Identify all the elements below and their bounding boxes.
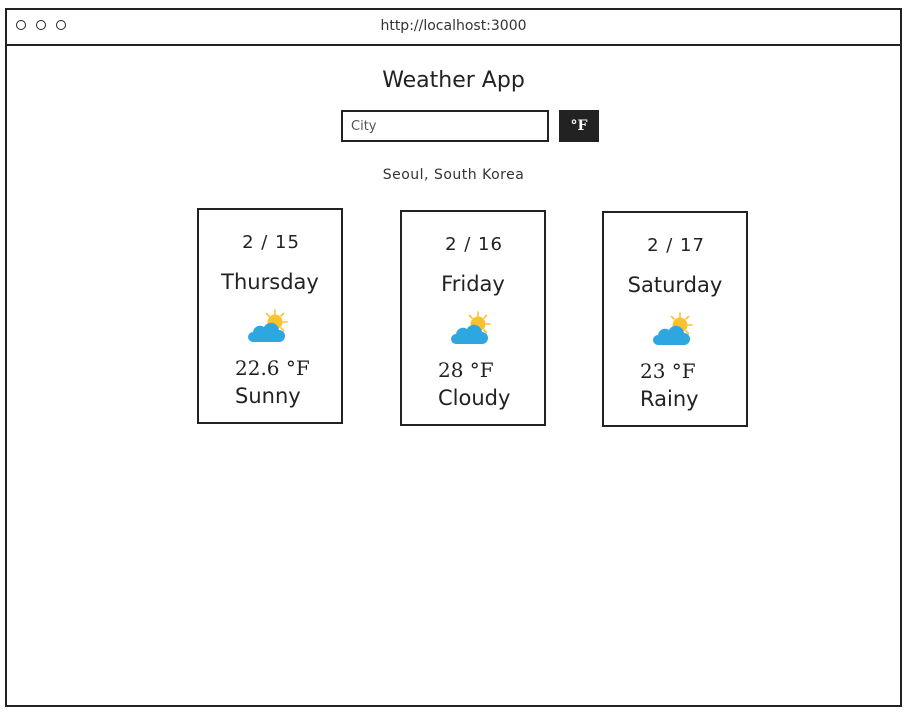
forecast-temp: 23 °F [640, 359, 696, 383]
forecast-temp: 28 °F [438, 358, 494, 382]
unit-toggle-button[interactable]: °F [559, 110, 599, 142]
forecast-date: 2 / 15 [242, 232, 300, 253]
browser-window: http://localhost:3000 Weather App °F Seo… [5, 8, 902, 707]
forecast-card: 2 / 17 Saturday 23 °F Rainy [602, 211, 748, 427]
address-bar[interactable]: http://localhost:3000 [7, 18, 900, 34]
forecast-condition: Sunny [235, 384, 301, 408]
forecast-card: 2 / 15 Thursday 22.6 °F Sunny [197, 208, 343, 424]
browser-titlebar: http://localhost:3000 [7, 10, 900, 46]
city-search-input[interactable] [341, 110, 549, 142]
partly-cloudy-sun-icon [450, 310, 494, 348]
page-title: Weather App [382, 68, 525, 93]
forecast-day: Friday [441, 272, 505, 296]
forecast-card: 2 / 16 Friday 28 °F Cloudy [400, 210, 546, 426]
forecast-day: Saturday [627, 273, 723, 297]
partly-cloudy-sun-icon [652, 311, 696, 349]
forecast-condition: Cloudy [438, 386, 511, 410]
app-content: Weather App °F Seoul, South Korea 2 / 15… [7, 46, 900, 705]
forecast-date: 2 / 16 [445, 234, 503, 255]
forecast-day: Thursday [221, 270, 319, 294]
forecast-temp: 22.6 °F [235, 356, 310, 380]
forecast-condition: Rainy [640, 387, 699, 411]
forecast-date: 2 / 17 [647, 235, 705, 256]
partly-cloudy-sun-icon [247, 308, 291, 346]
location-label: Seoul, South Korea [382, 167, 525, 183]
